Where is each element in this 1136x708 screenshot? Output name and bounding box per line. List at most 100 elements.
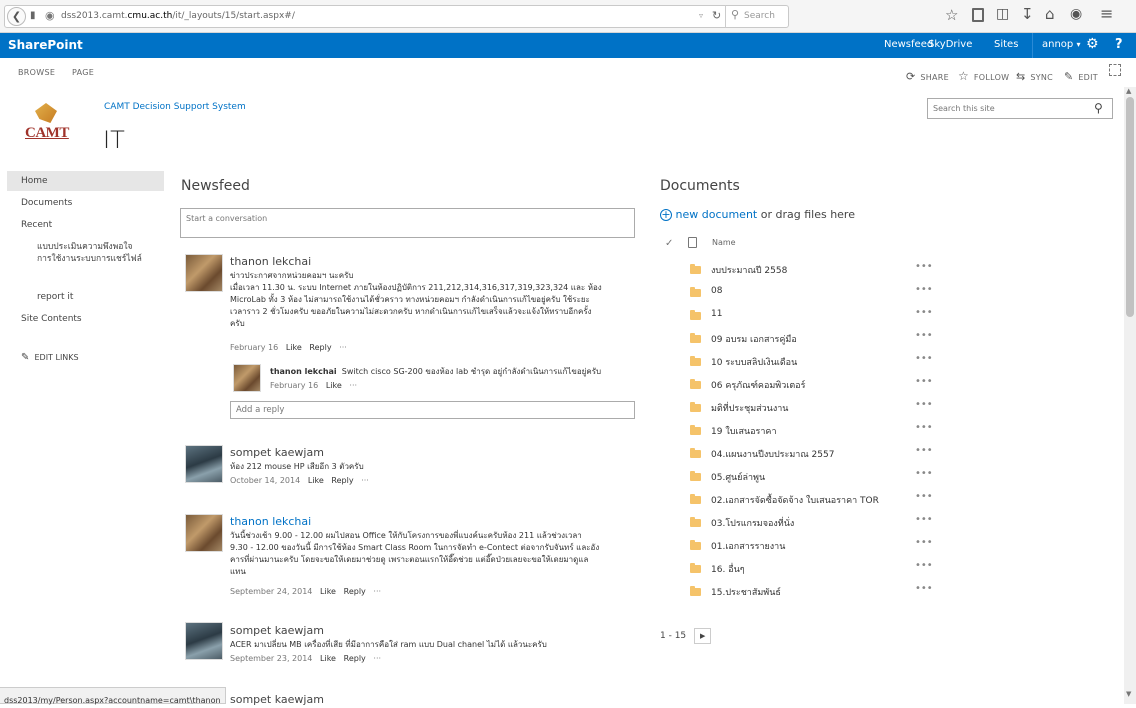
avatar[interactable] bbox=[185, 514, 223, 552]
nav-item-report-it[interactable]: report it bbox=[37, 292, 73, 302]
list-item[interactable]: 08 ••• bbox=[690, 284, 950, 304]
nav-item-recent[interactable]: Recent bbox=[21, 220, 52, 230]
new-document-button[interactable]: + new document or drag files here bbox=[660, 208, 855, 221]
reply-button[interactable]: Reply bbox=[344, 654, 366, 663]
folder-name[interactable]: 09 อบรม เอกสารคู่มือ bbox=[711, 332, 797, 346]
reply-button[interactable]: Reply bbox=[344, 587, 366, 596]
more-icon[interactable]: ··· bbox=[349, 381, 357, 390]
select-all-check-icon[interactable]: ✓ bbox=[665, 238, 673, 249]
back-button[interactable]: ❮ bbox=[7, 7, 26, 26]
list-item[interactable]: 06 ครุภัณฑ์คอมพิวเตอร์ ••• bbox=[690, 376, 950, 396]
item-menu-button[interactable]: ••• bbox=[915, 284, 933, 295]
site-logo[interactable]: CAMT bbox=[25, 103, 75, 149]
list-item[interactable]: 05.ศูนย์ล่าพูน ••• bbox=[690, 468, 950, 488]
url-bar[interactable]: ❮ ▮ ◉ dss2013.camt.cmu.ac.th/it/_layouts… bbox=[4, 5, 789, 28]
item-menu-button[interactable]: ••• bbox=[915, 353, 933, 364]
post-date[interactable]: September 23, 2014 bbox=[230, 654, 312, 663]
nav-item-documents[interactable]: Documents bbox=[21, 198, 72, 208]
folder-name[interactable]: 08 bbox=[711, 286, 722, 296]
browser-search-field[interactable]: ⚲ Search bbox=[725, 5, 789, 28]
item-menu-button[interactable]: ••• bbox=[915, 583, 933, 594]
focus-on-content-icon[interactable] bbox=[1109, 64, 1121, 76]
gear-icon[interactable]: ⚙ bbox=[1086, 36, 1099, 52]
search-icon[interactable]: ⚲ bbox=[1094, 101, 1103, 115]
item-menu-button[interactable]: ••• bbox=[915, 399, 933, 410]
folder-name[interactable]: 05.ศูนย์ล่าพูน bbox=[711, 470, 765, 484]
skydrive-link[interactable]: SkyDrive bbox=[928, 39, 972, 50]
help-button[interactable]: ? bbox=[1115, 37, 1123, 52]
list-item[interactable]: 09 อบรม เอกสารคู่มือ ••• bbox=[690, 330, 950, 350]
newsfeed-link[interactable]: Newsfeed bbox=[884, 39, 933, 50]
list-item[interactable]: 11 ••• bbox=[690, 307, 950, 327]
list-item[interactable]: งบประมาณปี 2558 ••• bbox=[690, 261, 950, 281]
reading-list-icon[interactable] bbox=[972, 8, 984, 22]
item-menu-button[interactable]: ••• bbox=[915, 376, 933, 387]
url-text[interactable]: dss2013.camt.cmu.ac.th/it/_layouts/15/st… bbox=[61, 11, 295, 21]
avatar[interactable] bbox=[185, 445, 223, 483]
vertical-scrollbar[interactable]: ▲ ▼ bbox=[1124, 87, 1136, 704]
list-item[interactable]: 02.เอกสารจัดซื้อจัดจ้าง ใบเสนอราคา TOR ••… bbox=[690, 491, 950, 511]
list-item[interactable]: มติที่ประชุมส่วนงาน ••• bbox=[690, 399, 950, 419]
list-item[interactable]: 19 ใบเสนอราคา ••• bbox=[690, 422, 950, 442]
more-icon[interactable]: ··· bbox=[361, 476, 369, 485]
like-button[interactable]: Like bbox=[326, 381, 342, 390]
list-item[interactable]: 10 ระบบสลิปเงินเดือน ••• bbox=[690, 353, 950, 373]
nav-item-home[interactable]: Home bbox=[7, 171, 164, 191]
sharepoint-brand[interactable]: SharePoint bbox=[8, 38, 83, 52]
post-author[interactable]: thanon lekchai bbox=[230, 255, 311, 268]
folder-name[interactable]: มติที่ประชุมส่วนงาน bbox=[711, 401, 788, 415]
reply-author[interactable]: thanon lekchai bbox=[270, 367, 337, 376]
user-menu[interactable]: annop ▾ bbox=[1042, 39, 1080, 50]
pocket-icon[interactable]: ◫ bbox=[996, 6, 1009, 22]
more-icon[interactable]: ··· bbox=[373, 654, 381, 663]
like-button[interactable]: Like bbox=[286, 343, 302, 352]
menu-icon[interactable]: ≡ bbox=[1100, 4, 1113, 23]
add-reply-box[interactable]: Add a reply bbox=[230, 401, 635, 419]
folder-name[interactable]: 19 ใบเสนอราคา bbox=[711, 424, 777, 438]
item-menu-button[interactable]: ••• bbox=[915, 537, 933, 548]
dropdown-arrow-icon[interactable]: ▿ bbox=[699, 11, 703, 20]
post-date[interactable]: February 16 bbox=[230, 343, 278, 352]
item-menu-button[interactable]: ••• bbox=[915, 422, 933, 433]
folder-name[interactable]: 06 ครุภัณฑ์คอมพิวเตอร์ bbox=[711, 378, 805, 392]
folder-name[interactable]: 04.แผนงานปีงบประมาณ 2557 bbox=[711, 447, 834, 461]
scroll-down-icon[interactable]: ▼ bbox=[1126, 690, 1131, 698]
reply-button[interactable]: Reply bbox=[309, 343, 331, 352]
list-item[interactable]: 04.แผนงานปีงบประมาณ 2557 ••• bbox=[690, 445, 950, 465]
item-menu-button[interactable]: ••• bbox=[915, 560, 933, 571]
more-icon[interactable]: ··· bbox=[339, 343, 347, 352]
avatar[interactable] bbox=[185, 622, 223, 660]
edit-links-button[interactable]: ✎ EDIT LINKS bbox=[21, 345, 79, 364]
item-menu-button[interactable]: ••• bbox=[915, 445, 933, 456]
next-page-button[interactable]: ▶ bbox=[694, 628, 712, 644]
item-menu-button[interactable]: ••• bbox=[915, 330, 933, 341]
tab-browse[interactable]: BROWSE bbox=[18, 68, 55, 77]
avatar[interactable] bbox=[233, 364, 261, 392]
post-author[interactable]: thanon lekchai bbox=[230, 515, 311, 528]
home-icon[interactable]: ⌂ bbox=[1045, 5, 1055, 23]
site-title[interactable]: IT bbox=[103, 126, 125, 154]
follow-button[interactable]: ☆ FOLLOW bbox=[958, 65, 1009, 84]
start-conversation-box[interactable]: Start a conversation bbox=[180, 208, 635, 238]
download-icon[interactable]: ↧ bbox=[1021, 5, 1034, 23]
item-menu-button[interactable]: ••• bbox=[915, 514, 933, 525]
scrollbar-thumb[interactable] bbox=[1126, 97, 1134, 317]
site-search-box[interactable]: Search this site ⚲ bbox=[927, 98, 1113, 119]
item-menu-button[interactable]: ••• bbox=[915, 468, 933, 479]
item-menu-button[interactable]: ••• bbox=[915, 307, 933, 318]
folder-name[interactable]: 16. อื่นๆ bbox=[711, 562, 745, 576]
avatar[interactable] bbox=[185, 254, 223, 292]
more-icon[interactable]: ··· bbox=[373, 587, 381, 596]
post-date[interactable]: September 24, 2014 bbox=[230, 587, 312, 596]
scroll-up-icon[interactable]: ▲ bbox=[1126, 87, 1131, 95]
folder-name[interactable]: 10 ระบบสลิปเงินเดือน bbox=[711, 355, 797, 369]
chat-icon[interactable]: ◉ bbox=[1070, 6, 1082, 22]
item-menu-button[interactable]: ••• bbox=[915, 491, 933, 502]
list-item[interactable]: 16. อื่นๆ ••• bbox=[690, 560, 950, 580]
list-item[interactable]: 15.ประชาสัมพันธ์ ••• bbox=[690, 583, 950, 603]
nav-item-site-contents[interactable]: Site Contents bbox=[21, 314, 82, 324]
folder-name[interactable]: 11 bbox=[711, 309, 722, 319]
folder-name[interactable]: 02.เอกสารจัดซื้อจัดจ้าง ใบเสนอราคา TOR bbox=[711, 493, 879, 507]
sync-button[interactable]: ⇆ SYNC bbox=[1016, 65, 1053, 84]
post-date[interactable]: October 14, 2014 bbox=[230, 476, 300, 485]
